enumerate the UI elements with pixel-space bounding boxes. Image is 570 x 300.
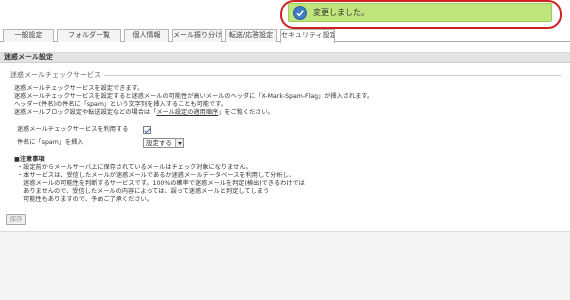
notes-line: ・設定前からメールサーバ上に保存されているメールはチェック対象になりません。 [17, 164, 252, 171]
tab-general[interactable]: 一般設定 [3, 29, 54, 42]
use-service-checkbox[interactable] [143, 126, 151, 134]
tab-personal-info[interactable]: 個人情報 [124, 29, 169, 42]
tab-mail-filter[interactable]: メール振り分け [172, 29, 222, 42]
tab-forward-reply[interactable]: 転送/応答設定 [225, 29, 277, 42]
notes-line: ・本サービスは、受信したメールが迷惑メールであるか迷惑メールデータベースを利用し… [17, 172, 295, 179]
use-service-label: 迷惑メールチェックサービスを利用する [17, 126, 129, 133]
section-title: 迷惑メール設定 [0, 52, 570, 63]
success-notification: 変更しました。 [288, 3, 552, 22]
tab-folder-list[interactable]: フォルダー覧 [57, 29, 121, 42]
save-button[interactable]: 保存 [6, 214, 26, 225]
check-circle-icon [293, 6, 307, 20]
notes-heading: ■注意事項 [14, 156, 45, 163]
description-line: 迷惑メールチェックサービスを設定すると迷惑メールの可能性が高いメールのヘッダに「… [14, 93, 374, 100]
description-prefix: 迷惑メールブロック設定や転送設定などの場合は「 [14, 109, 157, 116]
apply-order-link[interactable]: メール設定の適用順序 [156, 109, 218, 116]
tab-security[interactable]: セキュリティ設定 [280, 29, 335, 43]
settings-tab-bar: 一般設定 フォルダー覧 個人情報 メール振り分け 転送/応答設定 セキュリティ設… [0, 29, 570, 43]
lower-blank-pane [0, 231, 570, 300]
notes-line: ありませんので、受信したメールの内容によっては、誤って迷惑メールと判定してしまう [17, 188, 270, 195]
chevron-down-icon [175, 139, 183, 147]
insert-spam-selected-value: 設定する [146, 139, 172, 147]
notes-line: 迷惑メールの可能性を判断するサービスです。100%の確率で迷惑メールを判定(検出… [17, 180, 305, 187]
description-line: ヘッダー(件名)の件名に「spam」という文字列を挿入することも可能です。 [14, 101, 227, 108]
fieldset-legend: 迷惑メールチェックサービス [10, 71, 104, 80]
insert-spam-label: 件名に「spam」を挿入 [17, 139, 84, 146]
description-line-last: 迷惑メールブロック設定や転送設定などの場合は「メール設定の適用順序」をご覧くださ… [14, 109, 274, 117]
description-suffix: 」をご覧ください。 [218, 109, 274, 116]
insert-spam-select[interactable]: 設定する [143, 138, 184, 148]
notification-message: 変更しました。 [313, 8, 369, 17]
notes-line: 可能性もありますので、予めご了承ください。 [17, 196, 153, 203]
description-line: 迷惑メールチェックサービスを設定できます。 [14, 85, 144, 92]
